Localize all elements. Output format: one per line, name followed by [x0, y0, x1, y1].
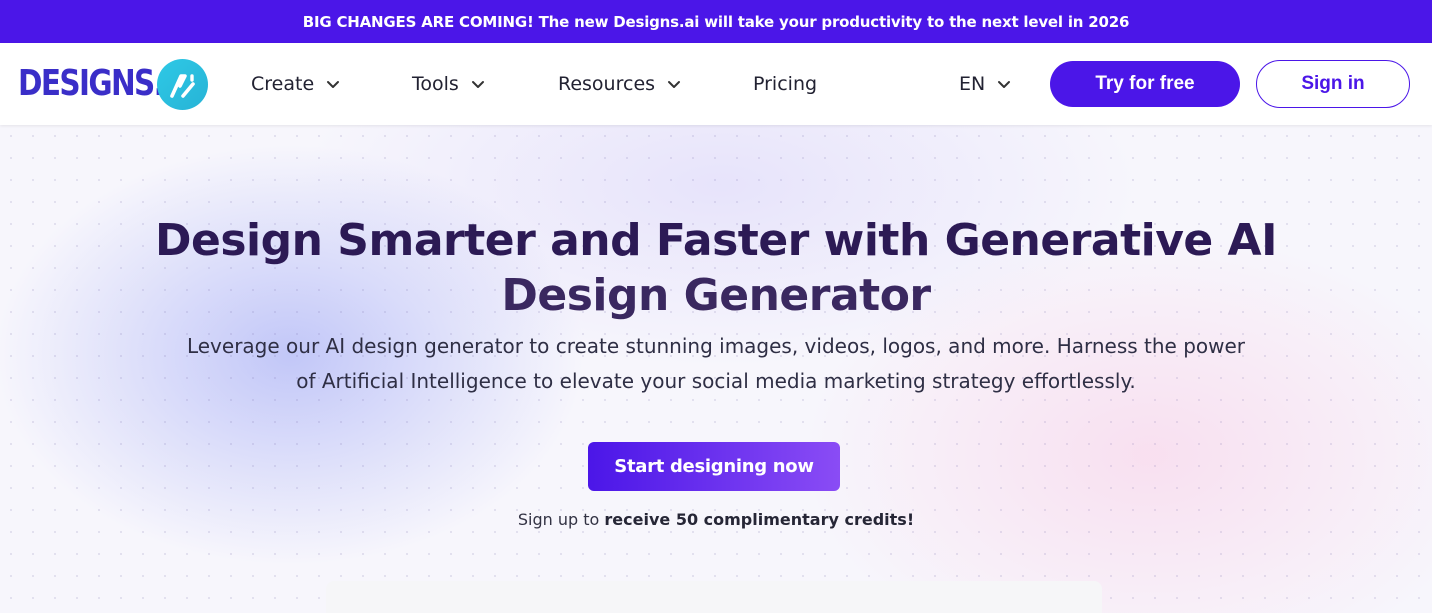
try-for-free-button[interactable]: Try for free: [1050, 61, 1240, 107]
ai-logo-icon: [157, 59, 208, 110]
nav-create[interactable]: Create: [251, 43, 340, 125]
hero-headline-line1: Design Smarter and Faster with Generativ…: [155, 215, 1277, 266]
hero-description-line1: Leverage our AI design generator to crea…: [186, 334, 1246, 358]
hero-description-line2: of Artificial Intelligence to elevate yo…: [296, 369, 1136, 393]
announcement-text: BIG CHANGES ARE COMING! The new Designs.…: [302, 12, 1130, 31]
hero-description: Leverage our AI design generator to crea…: [156, 329, 1276, 399]
nav-pricing[interactable]: Pricing: [753, 43, 817, 125]
start-designing-button[interactable]: Start designing now: [588, 442, 840, 491]
signup-note-prefix: Sign up to: [517, 510, 605, 529]
chevron-down-icon: [667, 80, 681, 89]
nav-create-label: Create: [251, 73, 315, 95]
chevron-down-icon: [471, 80, 485, 89]
nav-resources-label: Resources: [558, 73, 656, 95]
nav-tools-label: Tools: [412, 73, 459, 95]
nav-pricing-label: Pricing: [753, 73, 818, 95]
logo-wordmark: DESIGNS.: [18, 63, 165, 104]
sign-in-button[interactable]: Sign in: [1256, 60, 1410, 108]
language-label: EN: [959, 73, 986, 95]
hero-section: Design Smarter and Faster with Generativ…: [0, 125, 1432, 613]
chevron-down-icon: [997, 80, 1011, 89]
logo[interactable]: DESIGNS.: [18, 59, 208, 110]
signup-note: Sign up to receive 50 complimentary cred…: [416, 510, 1016, 529]
hero-headline-line2: Design Generator: [501, 270, 931, 321]
chevron-down-icon: [326, 80, 340, 89]
hero-headline: Design Smarter and Faster with Generativ…: [116, 213, 1316, 323]
nav-tools[interactable]: Tools: [412, 43, 485, 125]
top-navigation: DESIGNS. Create Tools Resources Pricing …: [0, 43, 1432, 125]
signup-note-credits: receive 50 complimentary credits!: [604, 510, 915, 529]
nav-resources[interactable]: Resources: [558, 43, 681, 125]
language-selector[interactable]: EN: [959, 43, 1011, 125]
hero-preview-card: [326, 581, 1102, 613]
announcement-banner[interactable]: BIG CHANGES ARE COMING! The new Designs.…: [0, 0, 1432, 43]
